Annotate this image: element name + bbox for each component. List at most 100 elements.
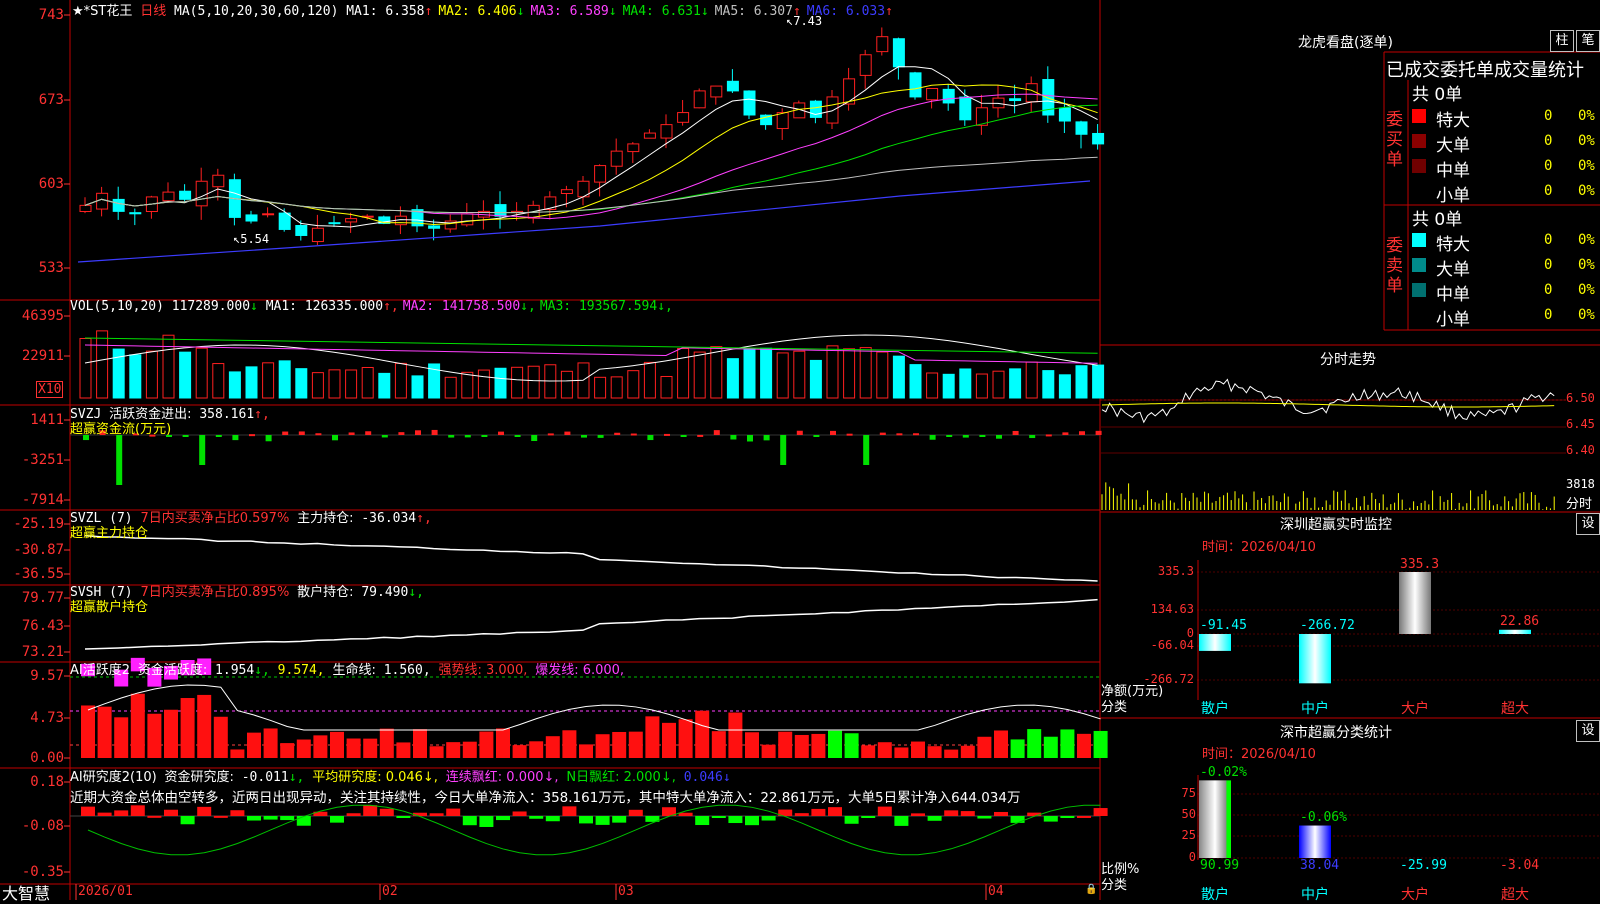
stock-name: ★*ST花王 xyxy=(72,4,133,19)
candle[interactable] xyxy=(1075,121,1088,135)
fund-flow-bar xyxy=(730,435,737,440)
ma-value-1: MA1: 6.358↑ xyxy=(346,4,433,19)
lhb-bar-button[interactable]: 柱 xyxy=(1550,30,1574,52)
candle[interactable] xyxy=(328,222,341,225)
fenshi-tick-6.40: 6.40 xyxy=(1566,443,1595,457)
y-tick-743: 743 xyxy=(38,7,64,23)
y-tick--0.08: -0.08 xyxy=(21,818,64,834)
candle[interactable] xyxy=(112,198,125,212)
candle[interactable] xyxy=(96,192,109,210)
class-category-label: 分类 xyxy=(1101,878,1128,893)
candle[interactable] xyxy=(909,72,922,98)
candle[interactable] xyxy=(677,112,690,123)
research-bar xyxy=(529,816,544,819)
candle[interactable] xyxy=(345,218,358,223)
candle[interactable] xyxy=(295,225,308,236)
candle[interactable] xyxy=(262,213,275,216)
candle[interactable] xyxy=(79,204,92,213)
candle[interactable] xyxy=(743,90,756,116)
candle[interactable] xyxy=(809,100,822,118)
candle[interactable] xyxy=(959,96,972,121)
candle[interactable] xyxy=(1058,107,1071,122)
candle[interactable] xyxy=(494,204,507,217)
sell-row-name-0: 特大 xyxy=(1436,235,1470,255)
candle[interactable] xyxy=(693,90,706,109)
fund-flow-bar xyxy=(713,430,720,435)
monitor-tick-335.3: 335.3 xyxy=(1157,564,1194,578)
svzj-sublabel: 超赢资金流(万元) xyxy=(70,422,172,437)
volume-bar xyxy=(627,370,640,399)
volume-bar xyxy=(1025,361,1038,399)
candle[interactable] xyxy=(710,85,723,98)
candle[interactable] xyxy=(212,174,225,188)
fund-flow-bar xyxy=(962,435,969,438)
candle[interactable] xyxy=(876,36,889,53)
fund-flow-bar xyxy=(1012,430,1019,435)
candle[interactable] xyxy=(726,80,739,92)
lhb-tick-button[interactable]: 笔 xyxy=(1576,30,1600,52)
candle[interactable] xyxy=(311,227,324,243)
ai1-strong: 强势线: 3.000, xyxy=(438,663,528,678)
class-category-0: 散户 xyxy=(1201,887,1229,903)
candle[interactable] xyxy=(129,212,142,215)
monitor-settings-button[interactable]: 设 xyxy=(1576,513,1600,535)
volume-bar xyxy=(195,347,208,399)
candle[interactable] xyxy=(195,180,208,207)
research-bar xyxy=(396,816,411,818)
candle[interactable] xyxy=(428,225,441,229)
candle[interactable] xyxy=(594,165,607,183)
candle[interactable] xyxy=(926,87,939,101)
volume-bar xyxy=(826,345,839,399)
candle[interactable] xyxy=(245,214,258,222)
activity-bar xyxy=(81,705,95,758)
y-tick-533: 533 xyxy=(38,260,64,276)
fund-flow-bar xyxy=(514,435,521,437)
ma-value-4: MA4: 6.631↓ xyxy=(622,4,709,19)
activity-bar xyxy=(612,731,627,758)
activity-bar xyxy=(562,730,577,758)
candle[interactable] xyxy=(643,132,656,139)
volume-bar xyxy=(145,350,158,399)
fund-flow-bar xyxy=(116,435,123,485)
activity-bar xyxy=(396,742,411,758)
candle[interactable] xyxy=(660,124,673,139)
fund-flow-bar xyxy=(298,431,305,435)
volume-bar xyxy=(594,376,607,399)
candle[interactable] xyxy=(826,96,839,124)
research-bar xyxy=(330,816,344,823)
candle[interactable] xyxy=(179,190,192,200)
chart-canvas[interactable] xyxy=(0,0,1600,900)
svzl-sublabel: 超赢主力持仓 xyxy=(70,526,149,541)
fund-flow-bar xyxy=(232,435,239,441)
class-title: 深市超赢分类统计 xyxy=(1280,725,1392,741)
volume-bar xyxy=(909,364,922,399)
fund-flow-bar xyxy=(365,431,372,435)
monitor-tick--66.04: -66.04 xyxy=(1150,638,1194,652)
candle[interactable] xyxy=(776,112,789,130)
lock-icon[interactable]: 🔒 xyxy=(1085,884,1097,895)
volume-bar xyxy=(560,370,573,399)
candle[interactable] xyxy=(859,54,872,76)
sell-side-label: 委卖单 xyxy=(1386,236,1403,296)
volume-bar xyxy=(311,372,324,399)
candle[interactable] xyxy=(610,150,623,167)
class-settings-button[interactable]: 设 xyxy=(1576,720,1600,742)
candle[interactable] xyxy=(560,189,573,194)
high-label: ↖7.43 xyxy=(786,14,823,28)
ai2-arrow: ↓, xyxy=(288,770,305,785)
candle[interactable] xyxy=(278,212,291,230)
candle[interactable] xyxy=(892,38,905,68)
candle[interactable] xyxy=(1009,98,1022,102)
activity-bar xyxy=(1093,730,1108,758)
candle[interactable] xyxy=(1092,132,1105,145)
activity-bar xyxy=(662,722,676,758)
candle[interactable] xyxy=(461,213,474,226)
period-label[interactable]: 日线 xyxy=(140,4,166,19)
svsh-item1: 7日内买卖净占比0.895% xyxy=(140,585,290,600)
research-bar xyxy=(230,810,245,816)
candle[interactable] xyxy=(162,191,175,202)
candle[interactable] xyxy=(627,143,640,153)
ai1-value: 1.954 xyxy=(215,663,255,678)
candle[interactable] xyxy=(942,88,955,104)
class-bottom-0: 90.99 xyxy=(1200,858,1240,873)
